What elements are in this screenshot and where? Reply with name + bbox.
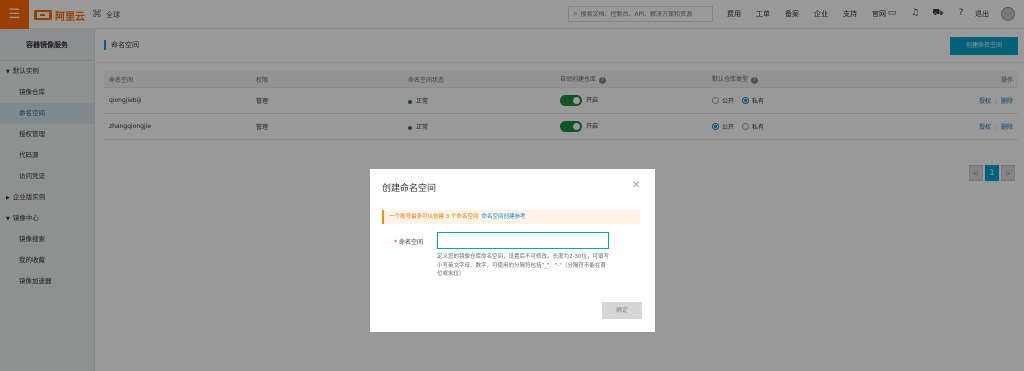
- notice-link[interactable]: 命名空间创建参考: [482, 214, 526, 220]
- confirm-button[interactable]: 确定: [602, 302, 642, 319]
- close-icon[interactable]: ✕: [632, 180, 640, 191]
- required-mark: *: [394, 239, 397, 246]
- input-hint: 定义您的镜像仓库命名空间，设置后不可修改。长度为2-30位，可填写小写英文字母、…: [437, 254, 609, 277]
- dialog-title: 创建命名空间: [382, 184, 437, 194]
- namespace-field-label: * 命名空间: [394, 237, 423, 246]
- create-namespace-dialog: 创建命名空间 ✕ 一个账号最多可以创建 3 个命名空间 命名空间创建参考 * 命名空…: [370, 169, 655, 332]
- notice-banner: 一个账号最多可以创建 3 个命名空间 命名空间创建参考: [382, 210, 640, 224]
- notice-text: 一个账号最多可以创建 3 个命名空间: [389, 214, 479, 220]
- field-label-text: 命名空间: [399, 239, 424, 246]
- namespace-input[interactable]: [437, 232, 609, 249]
